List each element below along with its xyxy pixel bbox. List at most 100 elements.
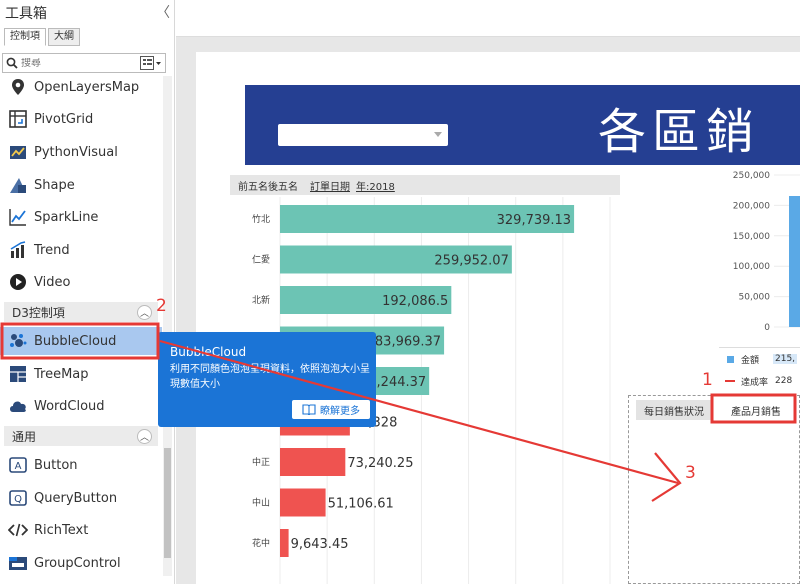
toolbox-item-label: OpenLayersMap (34, 79, 140, 95)
toolbox-item-openlayersmap[interactable]: OpenLayersMap (0, 73, 162, 101)
code-tag-icon (7, 520, 29, 540)
toolbox-item-label: Trend (34, 242, 70, 258)
group-control-icon (7, 553, 29, 573)
category-label: 中正 (252, 456, 270, 468)
pivot-grid-icon (7, 109, 29, 129)
toolbox-item-bubblecloud[interactable]: BubbleCloud (0, 327, 162, 355)
toolbox-item-label: PythonVisual (34, 144, 118, 160)
tab-daily-sales[interactable]: 每日銷售狀況 (636, 400, 712, 420)
legend-value: 215, (773, 354, 798, 364)
toolbox-title: 工具箱 (5, 6, 47, 22)
shape-icon (7, 175, 29, 195)
bar[interactable] (280, 488, 326, 517)
toolbox-item-groupcontrol[interactable]: GroupControl (0, 549, 162, 577)
category-label: 北新 (252, 294, 270, 306)
category-label: 竹北 (252, 213, 270, 225)
axis-tick-label: 50,000 (739, 293, 771, 303)
search-box (2, 53, 166, 73)
toolbox-item-button[interactable]: A Button (0, 451, 162, 479)
category-label: 花中 (252, 537, 270, 549)
learn-more-label: 瞭解更多 (320, 406, 360, 417)
toolbox-item-label: TreeMap (34, 366, 89, 382)
legend-swatch-blue (727, 355, 734, 363)
tab-controls[interactable]: 控制項 (4, 28, 46, 46)
legend-swatch-red (725, 380, 735, 382)
data-label: 7,244.37 (368, 375, 426, 390)
axis-tick-label: 100,000 (733, 262, 770, 272)
toolbox-item-video[interactable]: Video (0, 268, 162, 296)
axis-tick-label: 150,000 (733, 232, 770, 242)
toolbox-item-pivotgrid[interactable]: PivotGrid (0, 105, 162, 133)
category-label: 中山 (252, 497, 270, 509)
legend-row-amount: 金額 215, (719, 351, 798, 367)
toolbox-scrollbar[interactable] (163, 76, 172, 576)
data-label: 9,643.45 (291, 537, 349, 552)
toolbox-item-shape[interactable]: Shape (0, 171, 162, 199)
toolbox-panel: 工具箱 〈 控制項 大綱 OpenLayersMap PivotGrid (0, 0, 175, 584)
group-header-general[interactable]: 通用 ︿ (4, 426, 158, 446)
chevron-up-icon[interactable]: ︿ (137, 304, 152, 320)
tooltip-description: 利用不同顏色泡泡呈現資料，依照泡泡大小呈現數值大小 (170, 364, 370, 390)
toolbox-tabs: 控制項 大綱 (4, 28, 82, 46)
group-header-d3[interactable]: D3控制項 ︿ (4, 302, 158, 322)
filter-value[interactable]: 年:2018 (356, 178, 395, 193)
tab-outline[interactable]: 大綱 (48, 28, 80, 46)
filter-field[interactable]: 訂單日期 (310, 178, 350, 193)
toolbox-item-trend[interactable]: Trend (0, 236, 162, 264)
legend-row-rate: 達成率 228 (719, 373, 794, 389)
app-root: 工具箱 〈 控制項 大綱 OpenLayersMap PivotGrid (0, 0, 800, 584)
book-icon (302, 404, 316, 415)
toolbox-item-label: RichText (34, 522, 89, 538)
toolbox-item-label: Shape (34, 177, 75, 193)
legend-label: 金額 (741, 355, 760, 366)
data-label: 192,086.5 (382, 294, 448, 309)
treemap-icon (7, 364, 29, 384)
toolbox-item-richtext[interactable]: RichText (0, 516, 162, 544)
toolbox-item-wordcloud[interactable]: WordCloud (0, 392, 162, 420)
toolbox-item-querybutton[interactable]: Q QueryButton (0, 484, 162, 512)
legend-label: 達成率 (741, 377, 769, 388)
axis-tick-label: 200,000 (733, 201, 770, 211)
chevron-up-icon[interactable]: ︿ (137, 428, 152, 444)
map-pin-icon (7, 77, 29, 97)
learn-more-button[interactable]: 瞭解更多 (292, 400, 370, 419)
python-visual-icon (7, 142, 29, 162)
toolbox-item-label: PivotGrid (34, 111, 94, 127)
search-input[interactable] (21, 57, 131, 69)
toolbox-item-treemap[interactable]: TreeMap (0, 360, 162, 388)
bar[interactable] (280, 529, 289, 557)
scrollbar-thumb[interactable] (164, 448, 171, 558)
canvas-ruler (176, 0, 800, 37)
group-label: D3控制項 (12, 305, 65, 320)
toolbox-item-pythonvisual[interactable]: PythonVisual (0, 138, 162, 166)
toolbox-item-sparkline[interactable]: SparkLine (0, 203, 162, 231)
svg-text:A: A (15, 461, 22, 472)
step-number-3: 3 (685, 463, 696, 483)
sparkline-icon (7, 207, 29, 227)
data-label: 259,952.07 (434, 254, 508, 269)
legend-value: 228 (775, 376, 793, 386)
svg-text:Q: Q (14, 494, 22, 505)
tab-container[interactable] (628, 395, 800, 584)
tab-monthly-product-sales[interactable]: 產品月銷售 (716, 400, 796, 420)
toolbox-item-label: BubbleCloud (34, 333, 117, 349)
tooltip-title: BubbleCloud (170, 345, 247, 359)
data-label: 183,969.37 (367, 335, 441, 350)
wordcloud-icon (7, 396, 29, 416)
view-mode-dropdown[interactable] (140, 56, 162, 70)
chart-data-table: 金額 215, 達成率 228 (719, 347, 800, 391)
search-icon (3, 57, 21, 69)
group-label: 通用 (12, 429, 37, 444)
video-icon (7, 272, 29, 292)
trend-icon (7, 240, 29, 260)
data-label: 73,240.25 (347, 456, 413, 471)
data-label: 51,106.61 (328, 497, 394, 512)
toolbox-item-label: QueryButton (34, 490, 118, 506)
bar[interactable] (280, 448, 346, 476)
collapse-panel-button[interactable]: 〈 (156, 2, 170, 22)
bar[interactable] (789, 196, 800, 327)
axis-tick-label: 0 (764, 323, 770, 333)
toolbox-item-label: SparkLine (34, 209, 99, 225)
button-icon: A (7, 455, 29, 475)
region-dropdown[interactable] (278, 124, 448, 146)
